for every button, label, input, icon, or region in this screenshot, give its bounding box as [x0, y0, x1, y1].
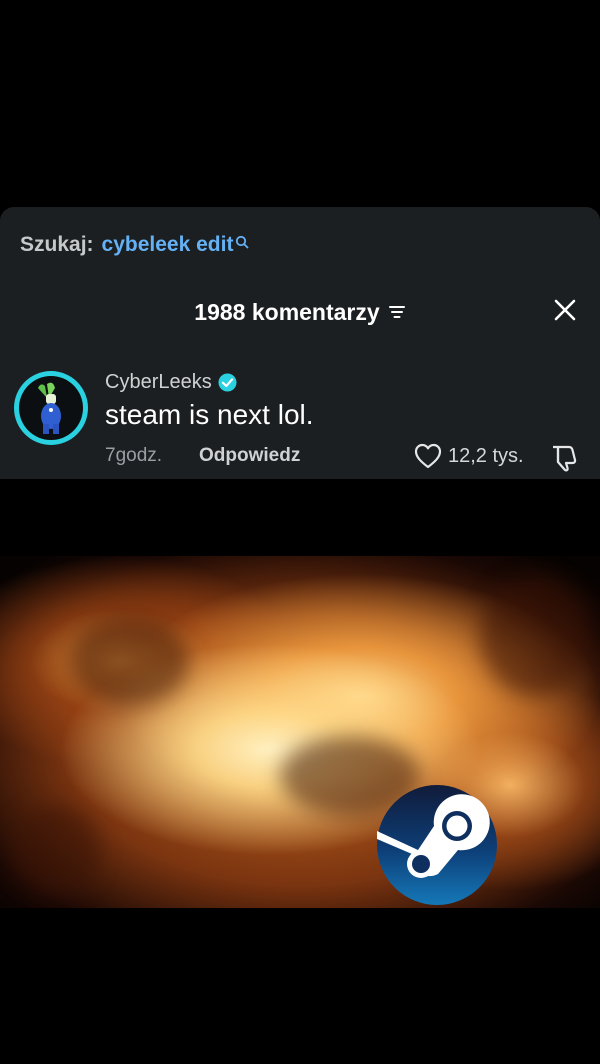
- steam-logo: [377, 785, 497, 905]
- comments-panel: Szukaj: cybeleek edit 1988 komentarzy Cy…: [0, 207, 600, 479]
- comment-count: 1988 komentarzy: [194, 298, 380, 325]
- search-suggestion[interactable]: Szukaj: cybeleek edit: [20, 233, 249, 257]
- comment-author[interactable]: CyberLeeks: [105, 371, 237, 394]
- search-query-link[interactable]: cybeleek edit: [102, 233, 234, 257]
- comment-time: 7godz.: [105, 445, 162, 467]
- like-button[interactable]: 12,2 tys.: [414, 443, 524, 469]
- heart-icon: [414, 443, 442, 469]
- thumbs-down-icon[interactable]: [549, 443, 579, 478]
- video-frame-fire: [0, 556, 600, 908]
- search-icon: [235, 231, 249, 255]
- comments-header: 1988 komentarzy: [0, 295, 600, 329]
- avatar-image: [19, 376, 83, 440]
- close-icon[interactable]: [552, 297, 578, 323]
- filter-icon[interactable]: [388, 304, 406, 320]
- search-label: Szukaj:: [20, 233, 94, 256]
- like-count: 12,2 tys.: [448, 444, 524, 467]
- reply-button[interactable]: Odpowiedz: [199, 445, 300, 467]
- username: CyberLeeks: [105, 371, 212, 393]
- verified-badge-icon: [218, 373, 237, 392]
- avatar[interactable]: [14, 371, 88, 445]
- timestamp: 7godz.: [105, 445, 163, 466]
- comment-text: steam is next lol.: [105, 399, 314, 430]
